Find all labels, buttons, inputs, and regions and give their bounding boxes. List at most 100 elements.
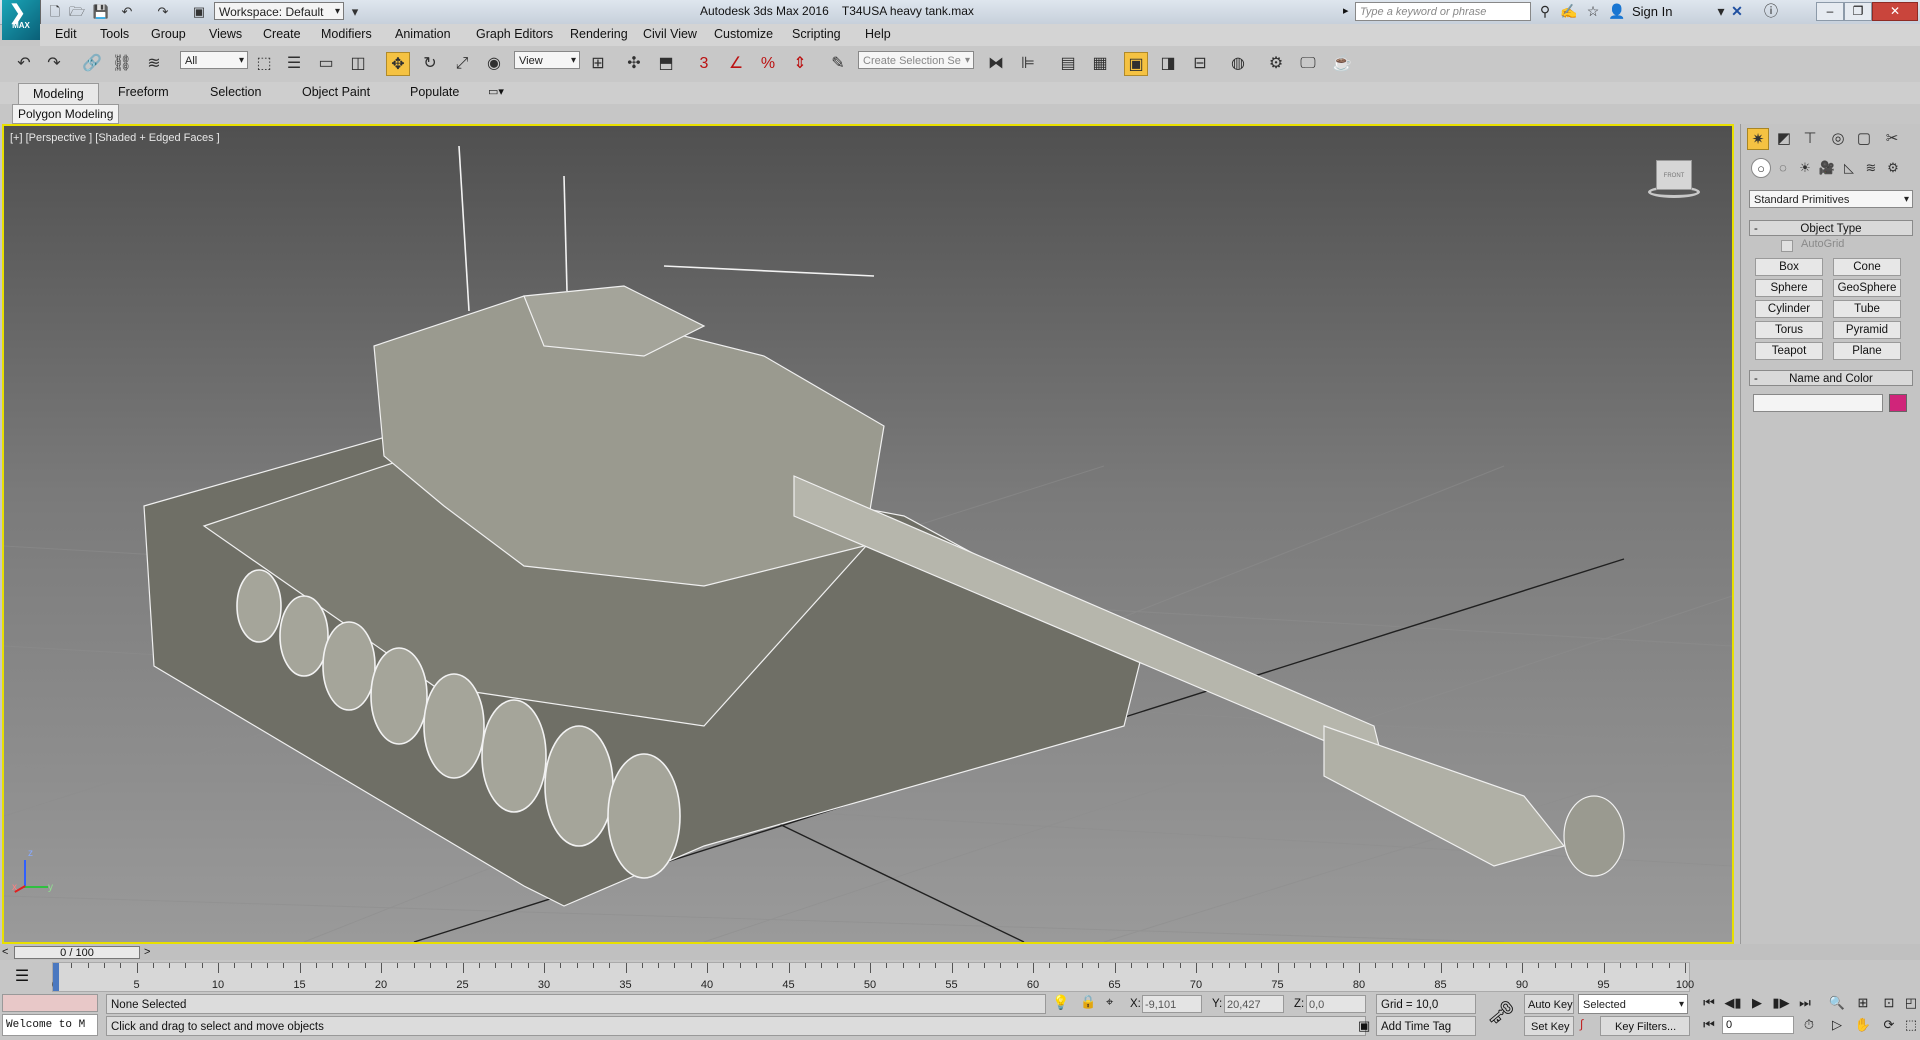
maximize-button[interactable]: ❐ <box>1844 2 1872 21</box>
menu-animation[interactable]: Animation <box>395 27 451 41</box>
subscription-icon[interactable]: ✍ <box>1560 3 1578 20</box>
layer-manager-icon[interactable]: ▤ <box>1056 52 1080 76</box>
project-folder-icon[interactable]: ▣ <box>190 3 208 20</box>
next-frame-icon[interactable]: ▮▶ <box>1770 994 1792 1012</box>
torus-button[interactable]: Torus <box>1755 321 1823 339</box>
tube-button[interactable]: Tube <box>1833 300 1901 318</box>
mirror-icon[interactable]: ⧓ <box>984 52 1008 76</box>
time-tag-icon[interactable]: ▣ <box>1358 1018 1370 1034</box>
key-mode-toggle-icon[interactable]: ⏮ <box>1698 1016 1720 1034</box>
menu-tools[interactable]: Tools <box>100 27 129 41</box>
modify-tab-icon[interactable]: ◩ <box>1773 128 1795 150</box>
sphere-button[interactable]: Sphere <box>1755 279 1823 297</box>
minimize-button[interactable]: – <box>1816 2 1844 21</box>
set-key-icon[interactable]: 🗝 <box>1486 1000 1516 1030</box>
x-coord-input[interactable]: -9,101 <box>1142 995 1202 1013</box>
selection-lock-icon[interactable]: 🔒 <box>1080 994 1096 1010</box>
redo-icon[interactable]: ↷ <box>42 52 66 76</box>
select-and-place-icon[interactable]: ◉ <box>482 52 506 76</box>
tab-freeform[interactable]: Freeform <box>118 85 169 99</box>
sign-in-button[interactable]: Sign In <box>1632 4 1672 19</box>
object-name-input[interactable] <box>1753 394 1883 412</box>
curve-editor-icon[interactable]: ◨ <box>1156 52 1180 76</box>
zoom-extents-icon[interactable]: ⊡ <box>1878 994 1900 1012</box>
angle-snap-icon[interactable]: ∠ <box>724 52 748 76</box>
geometry-icon[interactable]: ○ <box>1751 158 1771 178</box>
quick-access-menu-icon[interactable]: ▾ <box>346 3 364 20</box>
plane-button[interactable]: Plane <box>1833 342 1901 360</box>
name-color-rollout-header[interactable]: - Name and Color <box>1749 370 1913 386</box>
select-by-name-icon[interactable]: ☰ <box>282 52 306 76</box>
tab-modeling[interactable]: Modeling <box>18 83 99 104</box>
redo-icon[interactable]: ↷ <box>154 3 172 20</box>
pivot-center-icon[interactable]: ⊞ <box>586 52 610 76</box>
systems-icon[interactable]: ⚙ <box>1883 158 1903 178</box>
zoom-all-icon[interactable]: ⊞ <box>1852 994 1874 1012</box>
mini-curve-editor-icon[interactable]: ☰ <box>8 966 36 988</box>
current-frame-input[interactable]: 0 <box>1722 1016 1794 1034</box>
key-tangent-icon[interactable]: ∫ <box>1580 1017 1583 1031</box>
material-editor-icon[interactable]: ◍ <box>1226 52 1250 76</box>
menu-group[interactable]: Group <box>151 27 186 41</box>
utilities-tab-icon[interactable]: ✂ <box>1881 128 1903 150</box>
space-warps-icon[interactable]: ≋ <box>1861 158 1881 178</box>
pan-view-icon[interactable]: ✋ <box>1852 1016 1874 1034</box>
polygon-modeling-panel-tab[interactable]: Polygon Modeling <box>12 104 120 124</box>
exchange-icon[interactable]: ✕ <box>1728 3 1746 20</box>
named-selection-dropdown[interactable]: Create Selection Se <box>858 51 974 70</box>
set-key-button[interactable]: Set Key <box>1524 1016 1574 1036</box>
search-input[interactable]: Type a keyword or phrase <box>1355 2 1531 21</box>
new-file-icon[interactable]: 🗋 <box>46 3 64 20</box>
select-manipulate-icon[interactable]: ✣ <box>622 52 646 76</box>
menu-views[interactable]: Views <box>209 27 242 41</box>
zoom-extents-all-icon[interactable]: ◰ <box>1900 994 1920 1012</box>
autogrid-checkbox[interactable] <box>1781 240 1793 252</box>
rendered-frame-window-icon[interactable]: 🖵 <box>1296 52 1320 76</box>
app-logo-button[interactable]: MAX ❯ <box>2 0 41 40</box>
render-production-icon[interactable]: ☕ <box>1330 52 1354 76</box>
key-mode-dropdown[interactable]: Selected <box>1578 994 1688 1015</box>
menu-civil-view[interactable]: Civil View <box>643 27 697 41</box>
reference-coordinate-dropdown[interactable]: View <box>514 51 580 70</box>
add-time-tag-button[interactable]: Add Time Tag <box>1376 1016 1476 1036</box>
ribbon-options-icon[interactable]: ▭▾ <box>488 85 504 98</box>
link-icon[interactable]: 🔗 <box>80 52 104 76</box>
window-crossing-icon[interactable]: ◫ <box>346 52 370 76</box>
menu-create[interactable]: Create <box>263 27 301 41</box>
open-file-icon[interactable]: 🗁 <box>68 3 86 20</box>
z-coord-input[interactable]: 0,0 <box>1306 995 1366 1013</box>
percent-snap-icon[interactable]: % <box>756 52 780 76</box>
viewport-label[interactable]: [+] [Perspective ] [Shaded + Edged Faces… <box>10 132 220 144</box>
undo-icon[interactable]: ↶ <box>118 3 136 20</box>
current-time-marker[interactable] <box>53 963 59 991</box>
menu-scripting[interactable]: Scripting <box>792 27 841 41</box>
undo-icon[interactable]: ↶ <box>12 52 36 76</box>
teapot-button[interactable]: Teapot <box>1755 342 1823 360</box>
user-icon[interactable]: 👤 <box>1608 3 1626 20</box>
cameras-icon[interactable]: 🎥 <box>1817 158 1837 178</box>
unlink-icon[interactable]: ⛓ <box>110 52 134 76</box>
select-and-scale-icon[interactable]: ⤢ <box>450 52 474 76</box>
geosphere-button[interactable]: GeoSphere <box>1833 279 1901 297</box>
perspective-viewport[interactable]: [+] [Perspective ] [Shaded + Edged Faces… <box>2 124 1734 944</box>
scene-explorer-icon[interactable]: ▦ <box>1088 52 1112 76</box>
viewcube[interactable]: FRONT <box>1640 158 1708 202</box>
select-and-move-icon[interactable]: ✥ <box>386 52 410 76</box>
select-object-icon[interactable]: ⬚ <box>252 52 276 76</box>
pyramid-button[interactable]: Pyramid <box>1833 321 1901 339</box>
snaps-toggle-icon[interactable]: 3 <box>692 52 716 76</box>
menu-help[interactable]: Help <box>865 27 891 41</box>
select-and-rotate-icon[interactable]: ↻ <box>418 52 442 76</box>
go-to-end-icon[interactable]: ⏭ <box>1794 994 1816 1012</box>
render-setup-icon[interactable]: ⚙ <box>1264 52 1288 76</box>
ribbon-toggle-icon[interactable]: ▣ <box>1124 52 1148 76</box>
previous-frame-icon[interactable]: ◀▮ <box>1722 994 1744 1012</box>
tab-populate[interactable]: Populate <box>410 85 459 99</box>
hierarchy-tab-icon[interactable]: ⊤ <box>1799 128 1821 150</box>
save-icon[interactable]: 💾 <box>92 3 110 20</box>
favorites-star-icon[interactable]: ☆ <box>1584 3 1602 20</box>
motion-tab-icon[interactable]: ◎ <box>1827 128 1849 150</box>
zoom-icon[interactable]: 🔍 <box>1826 994 1848 1012</box>
help-icon[interactable]: ⓘ <box>1762 3 1780 20</box>
helpers-icon[interactable]: ◺ <box>1839 158 1859 178</box>
